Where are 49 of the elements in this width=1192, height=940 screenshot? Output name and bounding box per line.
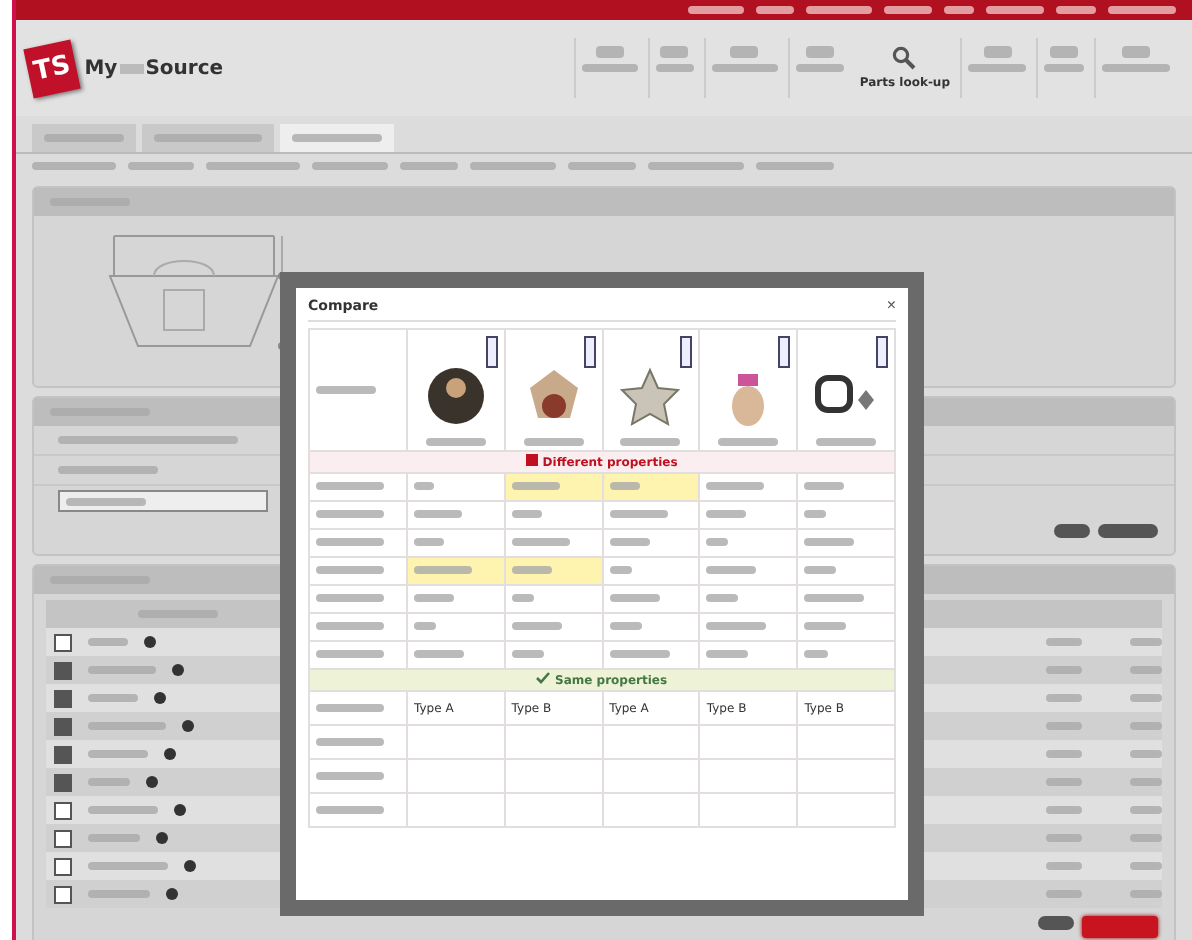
small-button[interactable] xyxy=(1054,524,1090,538)
checkbox[interactable] xyxy=(54,885,72,903)
info-icon xyxy=(164,748,176,760)
checkbox[interactable] xyxy=(54,773,72,791)
select-field[interactable] xyxy=(58,490,268,512)
blurred-link[interactable] xyxy=(756,6,794,14)
checkbox[interactable] xyxy=(54,633,72,651)
checkbox[interactable] xyxy=(54,801,72,819)
search-icon xyxy=(892,46,917,70)
checkbox[interactable] xyxy=(54,745,72,763)
blurred-link[interactable] xyxy=(986,6,1044,14)
breadcrumb-link[interactable] xyxy=(400,162,458,170)
small-button[interactable] xyxy=(1098,524,1158,538)
blurred-link[interactable] xyxy=(884,6,932,14)
blurred-link[interactable] xyxy=(944,6,974,14)
info-icon xyxy=(166,888,178,900)
checkbox[interactable] xyxy=(54,661,72,679)
checkbox[interactable] xyxy=(54,717,72,735)
info-icon xyxy=(182,720,194,732)
checkbox[interactable] xyxy=(54,829,72,847)
blurred-link[interactable] xyxy=(688,6,744,14)
logo-text: My Source xyxy=(84,57,224,79)
checkbox[interactable] xyxy=(54,689,72,707)
breadcrumb-link[interactable] xyxy=(568,162,636,170)
blurred-link[interactable] xyxy=(1108,6,1176,14)
breadcrumb-link[interactable] xyxy=(128,162,194,170)
document-icon[interactable] xyxy=(583,336,596,368)
info-icon xyxy=(184,860,196,872)
info-icon xyxy=(172,664,184,676)
checkbox[interactable] xyxy=(54,857,72,875)
document-icon[interactable] xyxy=(485,336,498,368)
close-button[interactable]: × xyxy=(886,296,896,314)
document-icon[interactable] xyxy=(680,336,693,368)
document-icon[interactable] xyxy=(778,336,791,368)
info-icon xyxy=(146,776,158,788)
warning-icon xyxy=(526,454,539,466)
blurred-link[interactable] xyxy=(806,6,872,14)
logo-mark: TS xyxy=(23,38,82,98)
tab[interactable] xyxy=(32,124,136,152)
tab[interactable] xyxy=(142,124,274,152)
tab[interactable] xyxy=(280,124,394,152)
info-icon xyxy=(144,636,156,648)
small-button[interactable] xyxy=(1038,916,1074,930)
info-icon xyxy=(174,804,186,816)
info-icon xyxy=(154,692,166,704)
document-icon[interactable] xyxy=(876,336,888,368)
blurred-link[interactable] xyxy=(1056,6,1096,14)
check-icon xyxy=(536,672,551,684)
info-icon xyxy=(156,832,168,844)
